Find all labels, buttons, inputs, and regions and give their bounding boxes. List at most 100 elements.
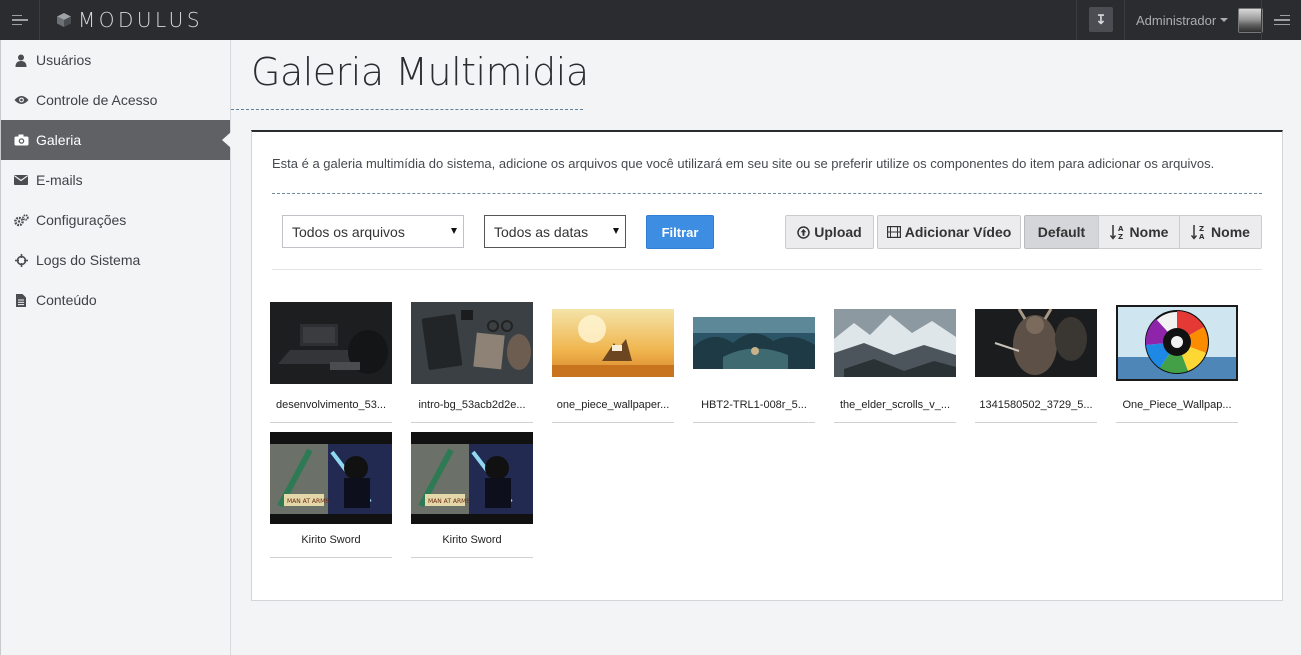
gears-icon [13,213,29,227]
thumbnail [975,302,1097,384]
sort-alpha-desc-icon: ZA [1191,225,1205,240]
crosshair-icon [13,253,29,267]
svg-text:MAN AT ARMS: MAN AT ARMS [428,498,470,505]
topbar-divider [1076,0,1077,40]
thumbnail [552,302,674,384]
item-divider [270,557,392,558]
gallery-item-caption: One_Piece_Wallpap... [1122,399,1232,411]
brand-name: MODULUS [78,8,204,32]
upload-circle-icon [797,225,811,239]
gallery-item-caption: intro-bg_53acb2d2e... [418,399,526,411]
menu-lines-icon [1273,12,1290,29]
file-icon [13,293,29,307]
svg-text:A: A [1199,233,1205,240]
item-divider [1116,422,1238,423]
date-select[interactable]: Todos as datas [484,215,626,248]
filter-button-label: Filtrar [661,224,699,240]
title-divider [231,109,583,110]
sidebar-item-e-mails[interactable]: E-mails [1,160,230,200]
hamburger-icon [11,12,28,29]
sort-name-asc-label: Nome [1129,224,1169,240]
thumbnail [1116,302,1238,384]
svg-text:MAN AT ARMS: MAN AT ARMS [287,498,329,505]
thumbnail [693,302,815,384]
download-arrow-icon: ↧ [1095,11,1107,27]
dashed-divider [272,193,1262,194]
sidebar-item-controle-de-acesso[interactable]: Controle de Acesso [1,80,230,120]
gallery-item-caption: Kirito Sword [301,534,361,546]
item-divider [411,557,533,558]
gallery-item[interactable]: 1341580502_3729_5... [975,302,1097,423]
thumbnail [270,302,392,384]
user-menu[interactable]: Administrador [1136,0,1264,40]
envelope-icon [13,175,29,185]
svg-text:Z: Z [1118,233,1123,240]
gallery-item-caption: Kirito Sword [442,534,502,546]
gallery-item[interactable]: MAN AT ARMS Kirito Sword [270,432,392,558]
film-icon [886,226,901,238]
gallery-item-caption: HBT2-TRL1-008r_5... [701,399,807,411]
item-divider [411,422,533,423]
menu-toggle-button[interactable] [0,0,40,40]
item-divider [693,422,815,423]
sidebar-item-label: E-mails [36,172,83,188]
sidebar: Usuários Controle de Acesso Galeria E-ma… [0,40,231,655]
sidebar-item-logs-do-sistema[interactable]: Logs do Sistema [1,240,230,280]
item-divider [975,422,1097,423]
sidebar-item-label: Configurações [36,212,127,228]
thumbnail [411,302,533,384]
gallery-description: Esta é a galeria multimídia do sistema, … [272,156,1215,171]
sidebar-item-usuarios[interactable]: Usuários [1,40,230,80]
item-divider [270,422,392,423]
thumbnail [834,302,956,384]
notifications-button[interactable]: ↧ [1089,7,1113,32]
cube-icon [57,13,71,27]
add-video-button-label: Adicionar Vídeo [904,224,1012,240]
file-type-select[interactable]: Todos os arquivos [282,215,464,248]
thumbnail: MAN AT ARMS [270,432,392,524]
gallery-item-caption: desenvolvimento_53... [275,399,387,411]
upload-button-label: Upload [814,224,862,240]
sidebar-item-label: Usuários [36,52,92,68]
gallery-item[interactable]: One_Piece_Wallpap... [1116,302,1238,423]
gallery-item[interactable]: intro-bg_53acb2d2e... [411,302,533,423]
select-arrow-icon [451,228,457,234]
gallery-item[interactable]: MAN AT ARMS Kirito Sword [411,432,533,558]
sort-alpha-asc-icon: AZ [1109,225,1124,240]
right-menu-button[interactable] [1261,0,1301,40]
sort-name-desc-label: Nome [1211,224,1250,240]
upload-button[interactable]: Upload [785,215,874,249]
brand-logo[interactable]: MODULUS [56,8,203,32]
gallery-item[interactable]: HBT2-TRL1-008r_5... [693,302,815,423]
page-title: Galeria Multimidia [251,50,589,94]
user-name: Administrador [1136,12,1217,28]
sidebar-item-label: Logs do Sistema [36,252,141,268]
user-icon [13,54,29,67]
sidebar-item-label: Galeria [36,132,82,148]
gallery-item-caption: the_elder_scrolls_v_... [839,399,951,411]
sidebar-item-label: Controle de Acesso [36,92,158,108]
select-arrow-icon [613,228,619,234]
caret-down-icon [1220,18,1229,22]
avatar [1238,7,1264,33]
gallery-item-caption: one_piece_wallpaper... [556,399,670,411]
sort-default-button[interactable]: Default [1024,215,1099,249]
sidebar-item-galeria[interactable]: Galeria [1,120,231,160]
gallery-item[interactable]: one_piece_wallpaper... [552,302,674,423]
eye-icon [13,95,29,105]
add-video-button[interactable]: Adicionar Vídeo [877,215,1021,249]
gallery-item[interactable]: the_elder_scrolls_v_... [834,302,956,423]
item-divider [834,422,956,423]
item-divider [552,422,674,423]
sort-name-asc-button[interactable]: AZ Nome [1098,215,1180,249]
top-bar: MODULUS ↧ Administrador [0,0,1301,40]
gallery-panel: Esta é a galeria multimídia do sistema, … [251,130,1283,601]
sort-name-desc-button[interactable]: ZA Nome [1179,215,1262,249]
svg-text:Z: Z [1199,225,1204,233]
sidebar-item-configuracoes[interactable]: Configurações [1,200,230,240]
sidebar-item-conteudo[interactable]: Conteúdo [1,280,230,320]
gallery-item-caption: 1341580502_3729_5... [979,399,1093,411]
gallery-item[interactable]: desenvolvimento_53... [270,302,392,423]
filter-button[interactable]: Filtrar [646,215,714,249]
file-type-select-value: Todos os arquivos [292,223,405,240]
